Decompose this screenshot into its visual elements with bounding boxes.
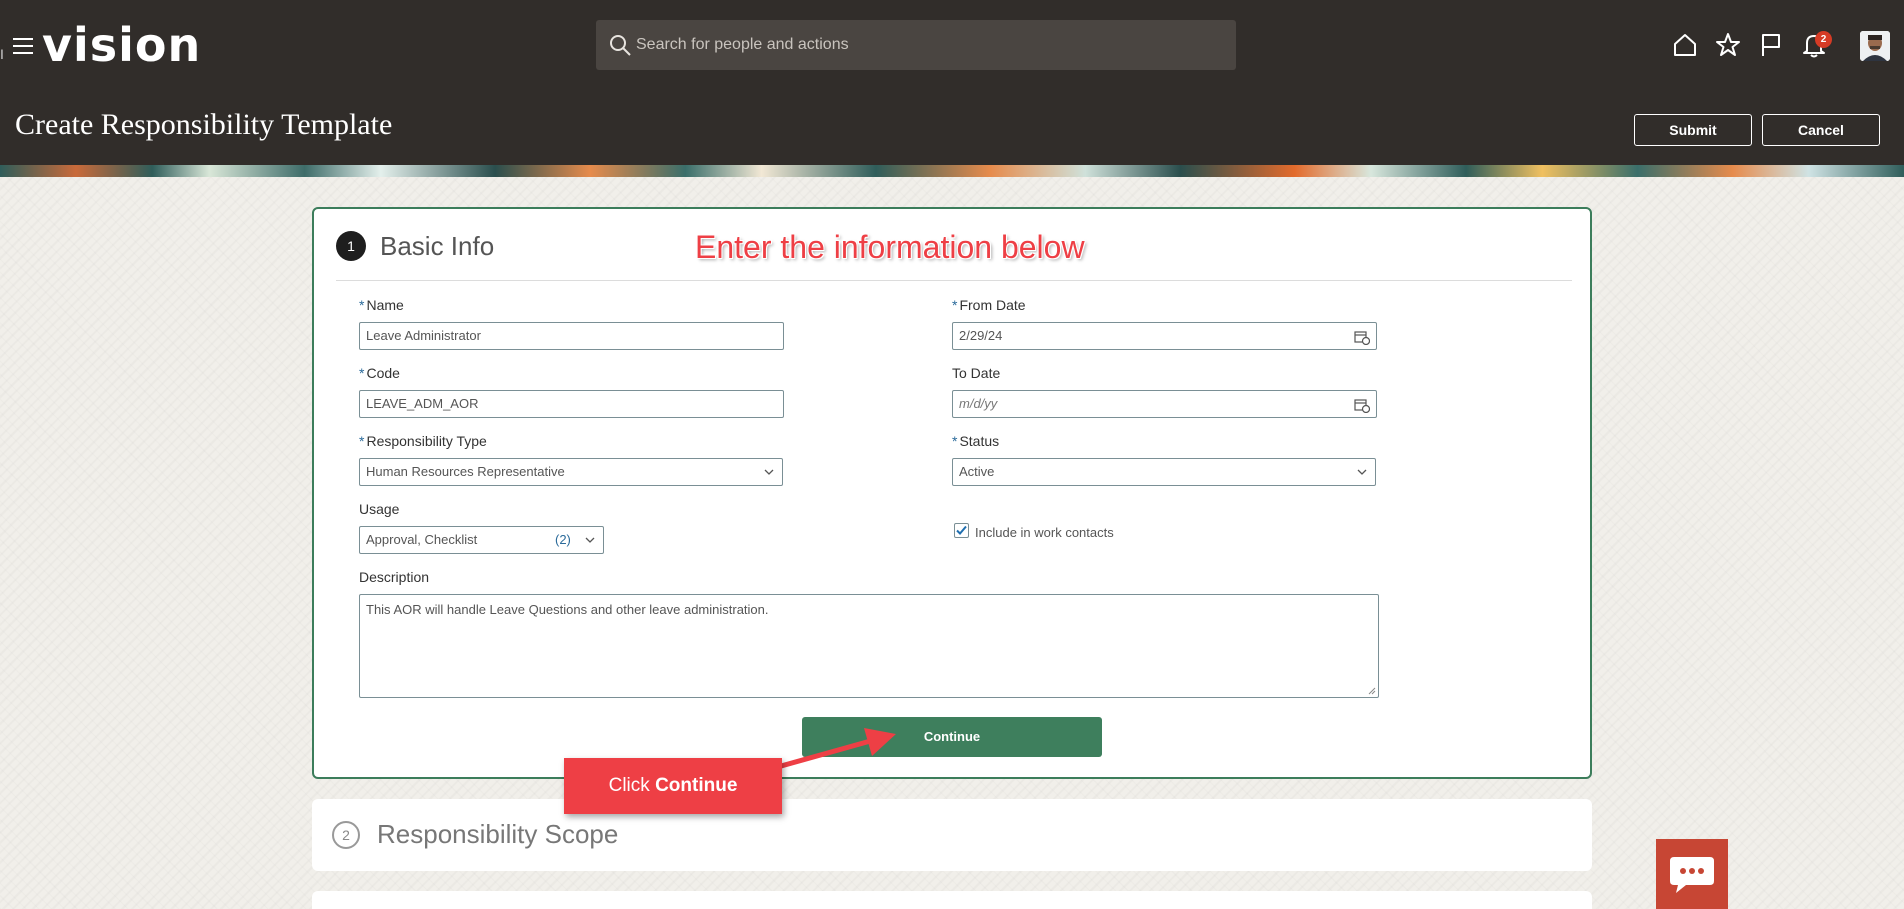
required-marker: * [359, 365, 365, 381]
from-date-input[interactable]: 2/29/24 [952, 322, 1377, 350]
status-label: * Status [952, 433, 1000, 449]
flag-icon[interactable] [1758, 32, 1784, 58]
responsibility-type-label: * Responsibility Type [359, 433, 487, 449]
chevron-down-icon [764, 469, 774, 475]
include-contacts-checkbox[interactable] [954, 523, 969, 538]
hamburger-menu-icon[interactable] [13, 38, 33, 54]
usage-select[interactable]: Approval, Checklist (2) [359, 526, 604, 554]
chevron-down-icon [585, 537, 595, 543]
required-marker: * [952, 433, 958, 449]
global-search[interactable] [596, 20, 1236, 70]
search-input[interactable] [636, 20, 1226, 70]
home-icon[interactable] [1672, 32, 1698, 58]
usage-label: Usage [359, 501, 400, 517]
notification-badge: 2 [1815, 31, 1832, 48]
chevron-down-icon [1357, 469, 1367, 475]
submit-button[interactable]: Submit [1634, 114, 1752, 146]
vision-logo[interactable]: vision [42, 22, 201, 68]
next-section [312, 891, 1592, 909]
code-label: * Code [359, 365, 400, 381]
decorative-banner [0, 165, 1904, 177]
cancel-button[interactable]: Cancel [1762, 114, 1880, 146]
calendar-icon[interactable] [1354, 397, 1370, 413]
code-input[interactable]: LEAVE_ADM_AOR [359, 390, 784, 418]
search-icon [610, 35, 631, 56]
section-title: Basic Info [380, 231, 495, 261]
basic-info-section: 1 Basic Info Enter the information below… [312, 207, 1592, 779]
global-header: I vision 2 Create Responsibility Templat… [0, 0, 1904, 165]
required-marker: * [359, 433, 365, 449]
step-number: 2 [332, 821, 360, 849]
resize-handle-icon[interactable] [1368, 687, 1376, 695]
from-date-label: * From Date [952, 297, 1026, 313]
responsibility-scope-section[interactable]: 2 Responsibility Scope [312, 799, 1592, 871]
step-number: 1 [336, 231, 366, 261]
usage-count: (2) [555, 532, 571, 547]
description-label: Description [359, 569, 430, 585]
section-title: Responsibility Scope [377, 819, 619, 849]
star-icon[interactable] [1715, 32, 1741, 58]
avatar-photo [1860, 31, 1890, 61]
description-textarea[interactable]: This AOR will handle Leave Questions and… [359, 594, 1379, 698]
to-date-label: To Date [952, 365, 1001, 381]
user-avatar[interactable] [1860, 31, 1890, 61]
to-date-input[interactable]: m/d/yy [952, 390, 1377, 418]
tutorial-annotation: Enter the information below [695, 229, 1085, 265]
chat-icon [1670, 857, 1714, 893]
checkmark-icon [956, 525, 967, 535]
name-input[interactable]: Leave Administrator [359, 322, 784, 350]
text-cursor-icon: I [0, 46, 4, 62]
include-contacts-label[interactable]: Include in work contacts [975, 525, 1114, 540]
status-select[interactable]: Active [952, 458, 1376, 486]
page-title: Create Responsibility Template [15, 108, 393, 141]
chat-button[interactable] [1656, 839, 1728, 909]
tutorial-callout: Click Continue [564, 758, 782, 814]
responsibility-type-select[interactable]: Human Resources Representative [359, 458, 783, 486]
section-divider [336, 280, 1572, 281]
required-marker: * [952, 297, 958, 313]
annotation-arrow [771, 728, 896, 771]
required-marker: * [359, 297, 365, 313]
name-label: * Name [359, 297, 404, 313]
calendar-icon[interactable] [1354, 329, 1370, 345]
